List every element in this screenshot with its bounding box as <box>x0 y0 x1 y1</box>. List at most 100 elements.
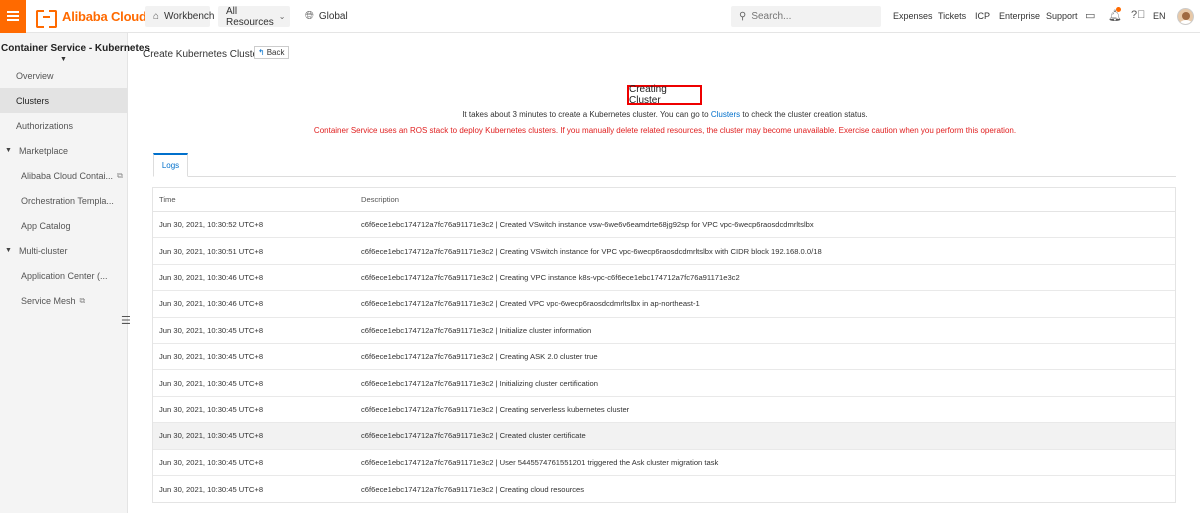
help-icon[interactable]: ?⃝ <box>1131 9 1145 21</box>
sidebar-item-label: Marketplace <box>18 145 68 156</box>
table-row: Jun 30, 2021, 10:30:45 UTC+8 c6f6ece1ebc… <box>153 396 1175 424</box>
page-title: Create Kubernetes Cluster <box>143 49 262 60</box>
sidebar-item-application-center[interactable]: Application Center (... <box>0 263 127 288</box>
sidebar-item-overview[interactable]: Overview <box>0 63 127 88</box>
brand-logo[interactable]: Alibaba Cloud <box>36 8 147 28</box>
sidebar-item-label: Clusters <box>16 95 50 106</box>
table-header: Time Description <box>153 188 1175 212</box>
log-description: c6f6ece1ebc174712a7fc76a91171e3c2 | Crea… <box>361 484 585 494</box>
search-box[interactable]: ⚲ <box>731 6 881 27</box>
log-description: c6f6ece1ebc174712a7fc76a91171e3c2 | Crea… <box>361 299 700 309</box>
home-icon: ⌂ <box>153 11 160 22</box>
clusters-link[interactable]: Clusters <box>711 110 740 119</box>
sidebar-item-alibaba-cloud-container-registry[interactable]: Alibaba Cloud Contai... ⧉ <box>0 163 127 188</box>
table-row: Jun 30, 2021, 10:30:45 UTC+8 c6f6ece1ebc… <box>153 343 1175 371</box>
log-time: Jun 30, 2021, 10:30:45 UTC+8 <box>159 325 264 335</box>
collapse-sidebar-icon[interactable]: ☰ <box>121 314 131 327</box>
external-link-icon: ⧉ <box>117 170 123 180</box>
terminal-icon[interactable]: ▭ <box>1085 9 1095 22</box>
caret-down-icon: ▼ <box>5 247 12 254</box>
log-time: Jun 30, 2021, 10:30:45 UTC+8 <box>159 352 264 362</box>
avatar[interactable] <box>1177 8 1194 25</box>
sidebar-item-label: Overview <box>16 70 54 81</box>
sidebar-item-app-catalog[interactable]: App Catalog <box>0 213 127 238</box>
status-title: Creating Cluster <box>629 84 667 106</box>
logs-table: Time Description Jun 30, 2021, 10:30:52 … <box>152 187 1176 504</box>
all-resources-dropdown[interactable]: All Resources ⌄ <box>218 5 290 28</box>
back-button[interactable]: ↰ Back <box>254 46 289 59</box>
table-row: Jun 30, 2021, 10:30:45 UTC+8 c6f6ece1ebc… <box>153 475 1175 503</box>
table-row: Jun 30, 2021, 10:30:46 UTC+8 c6f6ece1ebc… <box>153 264 1175 292</box>
nav-tickets[interactable]: Tickets <box>938 11 966 21</box>
region-label: Global <box>318 11 348 22</box>
globe-icon: 🌐︎ <box>305 10 314 22</box>
language-selector[interactable]: EN <box>1153 11 1166 21</box>
sidebar-item-label: Service Mesh <box>21 295 76 306</box>
alibaba-cloud-logo-icon <box>36 9 57 28</box>
log-description: c6f6ece1ebc174712a7fc76a91171e3c2 | Crea… <box>361 220 814 230</box>
table-row: Jun 30, 2021, 10:30:45 UTC+8 c6f6ece1ebc… <box>153 317 1175 344</box>
brand-name: Alibaba Cloud <box>62 9 147 24</box>
back-arrow-icon: ↰ <box>258 48 265 57</box>
notification-dot <box>1116 7 1121 12</box>
table-row: Jun 30, 2021, 10:30:52 UTC+8 c6f6ece1ebc… <box>153 212 1175 239</box>
log-description: c6f6ece1ebc174712a7fc76a91171e3c2 | Crea… <box>361 404 630 414</box>
log-description: c6f6ece1ebc174712a7fc76a91171e3c2 | Init… <box>361 325 592 335</box>
sidebar-item-orchestration-templates[interactable]: Orchestration Templa... <box>0 188 127 213</box>
log-time: Jun 30, 2021, 10:30:45 UTC+8 <box>159 431 264 441</box>
log-description: c6f6ece1ebc174712a7fc76a91171e3c2 | User… <box>361 457 719 467</box>
workbench-button[interactable]: ⌂ Workbench <box>145 6 214 27</box>
table-row: Jun 30, 2021, 10:30:45 UTC+8 c6f6ece1ebc… <box>153 423 1175 450</box>
log-description: c6f6ece1ebc174712a7fc76a91171e3c2 | Init… <box>361 378 598 388</box>
caret-down-icon: ▼ <box>5 147 12 154</box>
log-time: Jun 30, 2021, 10:30:45 UTC+8 <box>159 457 264 467</box>
log-time: Jun 30, 2021, 10:30:46 UTC+8 <box>159 299 264 309</box>
region-selector[interactable]: 🌐︎ Global <box>305 10 348 23</box>
nav-icp[interactable]: ICP <box>975 11 990 21</box>
tab-bar-divider <box>153 176 1176 177</box>
log-time: Jun 30, 2021, 10:30:51 UTC+8 <box>159 246 264 256</box>
log-time: Jun 30, 2021, 10:30:45 UTC+8 <box>159 484 264 494</box>
nav-support[interactable]: Support <box>1046 11 1078 21</box>
log-time: Jun 30, 2021, 10:30:45 UTC+8 <box>159 404 264 414</box>
sidebar-item-label: App Catalog <box>21 220 71 231</box>
log-description: c6f6ece1ebc174712a7fc76a91171e3c2 | Crea… <box>361 246 822 256</box>
sidebar-item-label: Multi-cluster <box>18 245 68 256</box>
table-row: Jun 30, 2021, 10:30:51 UTC+8 c6f6ece1ebc… <box>153 238 1175 265</box>
sidebar-group-multi-cluster[interactable]: ▼ Multi-cluster <box>0 238 127 263</box>
log-description: c6f6ece1ebc174712a7fc76a91171e3c2 | Crea… <box>361 352 598 362</box>
sidebar-item-label: Alibaba Cloud Contai... <box>21 170 114 181</box>
log-time: Jun 30, 2021, 10:30:46 UTC+8 <box>159 272 264 282</box>
table-row: Jun 30, 2021, 10:30:45 UTC+8 c6f6ece1ebc… <box>153 370 1175 397</box>
nav-enterprise[interactable]: Enterprise <box>999 11 1040 21</box>
log-time: Jun 30, 2021, 10:30:45 UTC+8 <box>159 378 264 388</box>
search-input[interactable] <box>751 11 862 22</box>
warning-message: Container Service uses an ROS stack to d… <box>313 126 1017 135</box>
top-bar: Alibaba Cloud ⌂ Workbench All Resources … <box>0 0 1200 33</box>
search-icon: ⚲ <box>739 11 747 22</box>
log-time: Jun 30, 2021, 10:30:52 UTC+8 <box>159 220 264 230</box>
sidebar-title[interactable]: Container Service - Kubernetes <box>1 43 150 54</box>
column-header-description: Description <box>361 195 399 204</box>
external-link-icon: ⧉ <box>79 295 86 305</box>
sidebar-item-label: Application Center (... <box>21 270 108 281</box>
table-row: Jun 30, 2021, 10:30:45 UTC+8 c6f6ece1ebc… <box>153 449 1175 476</box>
table-row: Jun 30, 2021, 10:30:46 UTC+8 c6f6ece1ebc… <box>153 291 1175 318</box>
column-header-time: Time <box>159 195 176 204</box>
creating-cluster-status: Creating Cluster <box>627 84 702 106</box>
info-text-after: to check the cluster creation status. <box>740 110 868 119</box>
workbench-label: Workbench <box>164 11 215 22</box>
info-text-before: It takes about 3 minutes to create a Kub… <box>462 110 711 119</box>
sidebar-item-service-mesh[interactable]: Service Mesh ⧉ <box>0 288 127 313</box>
all-resources-label: All Resources <box>226 5 274 28</box>
back-label: Back <box>266 48 285 57</box>
sidebar-group-marketplace[interactable]: ▼ Marketplace <box>0 138 127 163</box>
caret-down-icon[interactable]: ▼ <box>60 56 67 63</box>
info-message: It takes about 3 minutes to create a Kub… <box>0 110 1200 119</box>
sidebar-item-label: Orchestration Templa... <box>21 195 114 206</box>
nav-expenses[interactable]: Expenses <box>893 11 933 21</box>
sidebar: Container Service - Kubernetes ▼ Overvie… <box>0 33 150 513</box>
chevron-down-icon: ⌄ <box>278 12 286 21</box>
tab-logs[interactable]: Logs <box>153 153 188 177</box>
menu-icon[interactable] <box>0 0 26 33</box>
